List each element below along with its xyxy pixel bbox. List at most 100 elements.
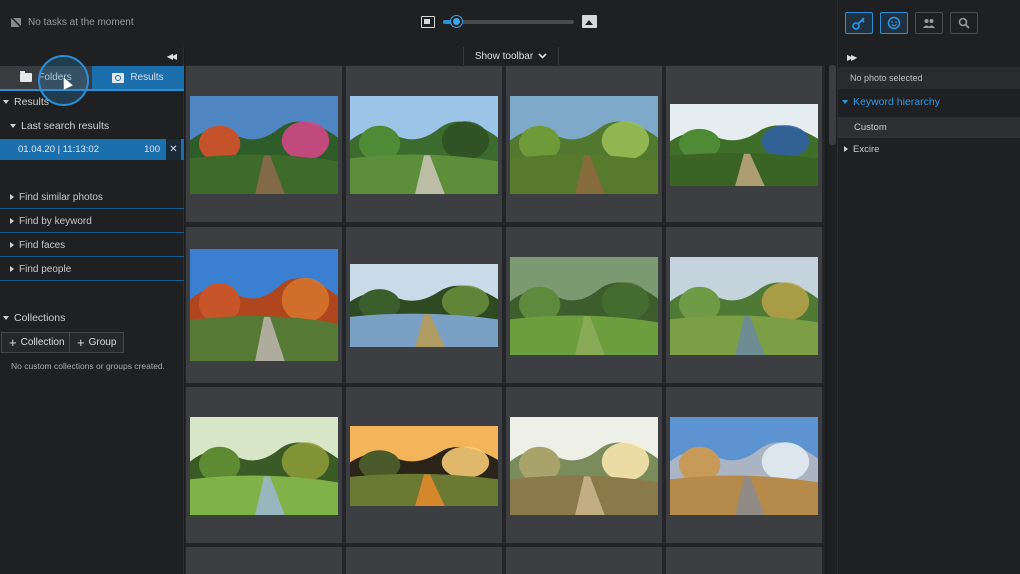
add-collection-label: Collection bbox=[20, 337, 65, 348]
autumn-garden-path-flowers-image bbox=[190, 96, 338, 194]
keyword-hierarchy-label: Keyword hierarchy bbox=[853, 96, 940, 108]
find-faces[interactable]: Find faces bbox=[0, 234, 184, 257]
sunlit-rural-road-image bbox=[510, 417, 658, 515]
photo-cell[interactable] bbox=[666, 547, 822, 574]
photo-cell[interactable] bbox=[346, 227, 502, 383]
zoom-slider[interactable] bbox=[443, 15, 574, 27]
tab-folders[interactable]: Folders bbox=[0, 66, 92, 91]
photo-thumbnail[interactable] bbox=[670, 104, 818, 186]
find-people[interactable]: Find people bbox=[0, 258, 184, 281]
photo-cell[interactable] bbox=[346, 547, 502, 574]
zoom-slider-handle[interactable] bbox=[451, 15, 463, 27]
keyword-item-excire[interactable]: Excire bbox=[838, 140, 1020, 158]
tab-results-label: Results bbox=[130, 72, 164, 83]
photo-thumbnail[interactable] bbox=[350, 264, 498, 347]
photo-thumbnail[interactable] bbox=[190, 96, 338, 194]
photo-cell[interactable] bbox=[506, 547, 662, 574]
task-status-text: No tasks at the moment bbox=[28, 16, 134, 28]
expand-arrow-icon bbox=[10, 218, 14, 224]
folder-icon bbox=[20, 71, 33, 82]
search-result-count: 100 bbox=[144, 144, 160, 155]
photo-grid bbox=[185, 65, 825, 574]
expand-arrow-icon bbox=[10, 124, 16, 128]
large-image-icon[interactable] bbox=[582, 15, 597, 28]
mountain-path-fields-image bbox=[670, 417, 818, 515]
no-photo-selected: No photo selected bbox=[838, 67, 1020, 89]
photo-cell[interactable] bbox=[186, 547, 342, 574]
results-heading[interactable]: Results bbox=[0, 96, 184, 108]
face-icon bbox=[887, 16, 901, 30]
expand-arrow-icon bbox=[844, 146, 848, 152]
search-button[interactable] bbox=[950, 12, 978, 34]
last-search-heading[interactable]: Last search results bbox=[0, 120, 184, 132]
plus-icon: + bbox=[9, 335, 17, 350]
photo-thumbnail[interactable] bbox=[190, 417, 338, 515]
photo-cell[interactable] bbox=[186, 387, 342, 543]
expand-right-panel-icon[interactable]: ▶▶ bbox=[847, 53, 857, 62]
photo-thumbnail[interactable] bbox=[350, 96, 498, 194]
top-bar: No tasks at the moment bbox=[0, 0, 837, 47]
photo-thumbnail[interactable] bbox=[190, 249, 338, 361]
photo-cell[interactable] bbox=[506, 227, 662, 383]
expand-arrow-icon bbox=[3, 100, 9, 104]
expand-arrow-icon bbox=[842, 100, 848, 104]
keyword-excire-label: Excire bbox=[853, 143, 880, 155]
photo-thumbnail[interactable] bbox=[510, 257, 658, 355]
green-lawn-garden-image bbox=[510, 257, 658, 355]
face-button[interactable] bbox=[880, 12, 908, 34]
expand-arrow-icon bbox=[10, 194, 14, 200]
photo-thumbnail[interactable] bbox=[510, 417, 658, 515]
photo-cell[interactable] bbox=[346, 387, 502, 543]
plus-icon: + bbox=[77, 335, 85, 350]
photo-cell[interactable] bbox=[666, 387, 822, 543]
photo-cell[interactable] bbox=[506, 66, 662, 222]
find-similar-photos[interactable]: Find similar photos bbox=[0, 186, 184, 209]
collections-heading[interactable]: Collections bbox=[0, 312, 184, 324]
keyword-hierarchy-heading[interactable]: Keyword hierarchy bbox=[838, 93, 1020, 111]
results-icon bbox=[112, 72, 125, 83]
photo-cell[interactable] bbox=[506, 387, 662, 543]
photo-thumbnail[interactable] bbox=[510, 96, 658, 194]
keyword-item-custom[interactable]: Custom bbox=[838, 117, 1020, 138]
people-icon bbox=[923, 19, 935, 28]
last-search-heading-label: Last search results bbox=[21, 120, 110, 132]
add-collection-button[interactable]: + Collection bbox=[1, 332, 73, 353]
trees-reflected-in-river-image bbox=[350, 264, 498, 347]
chevron-down-icon bbox=[538, 53, 547, 59]
photo-cell[interactable] bbox=[666, 66, 822, 222]
task-status: No tasks at the moment bbox=[10, 16, 134, 28]
photo-thumbnail[interactable] bbox=[350, 426, 498, 506]
river-bank-willow-tree-image bbox=[190, 417, 338, 515]
left-panel: ◀◀ Folders Results Results Last search r… bbox=[0, 47, 184, 574]
show-toolbar-button[interactable]: Show toolbar bbox=[463, 47, 559, 65]
photo-cell[interactable] bbox=[186, 227, 342, 383]
photo-thumbnail[interactable] bbox=[670, 257, 818, 355]
photo-cell[interactable] bbox=[666, 227, 822, 383]
photo-cell[interactable] bbox=[186, 66, 342, 222]
small-image-icon[interactable] bbox=[421, 15, 435, 28]
keyword-button[interactable] bbox=[845, 12, 873, 34]
close-icon[interactable]: ✕ bbox=[166, 139, 181, 160]
search-result-label: 01.04.20 | 11:13:02 bbox=[18, 144, 100, 155]
find-keyword-label: Find by keyword bbox=[19, 215, 92, 227]
thumbnail-zoom bbox=[421, 15, 597, 28]
add-group-label: Group bbox=[88, 337, 117, 348]
expand-arrow-icon bbox=[3, 316, 9, 320]
no-collections-text: No custom collections or groups created. bbox=[11, 361, 166, 371]
collapse-left-panel-icon[interactable]: ◀◀ bbox=[167, 52, 177, 61]
find-by-keyword[interactable]: Find by keyword bbox=[0, 210, 184, 233]
photo-thumbnail[interactable] bbox=[670, 417, 818, 515]
find-people-label: Find people bbox=[19, 263, 72, 275]
tab-folders-label: Folders bbox=[38, 72, 72, 83]
add-group-button[interactable]: + Group bbox=[69, 332, 125, 353]
tab-results[interactable]: Results bbox=[92, 66, 184, 91]
scrollbar[interactable] bbox=[828, 65, 837, 574]
scrollbar-thumb[interactable] bbox=[829, 65, 836, 145]
people-button[interactable] bbox=[915, 12, 943, 34]
expand-arrow-icon bbox=[10, 266, 14, 272]
expand-arrow-icon bbox=[10, 242, 14, 248]
show-toolbar-label: Show toolbar bbox=[474, 50, 534, 62]
search-result-item[interactable]: 01.04.20 | 11:13:02 100 ✕ bbox=[0, 139, 184, 160]
red-autumn-trees-park-image bbox=[190, 249, 338, 361]
photo-cell[interactable] bbox=[346, 66, 502, 222]
